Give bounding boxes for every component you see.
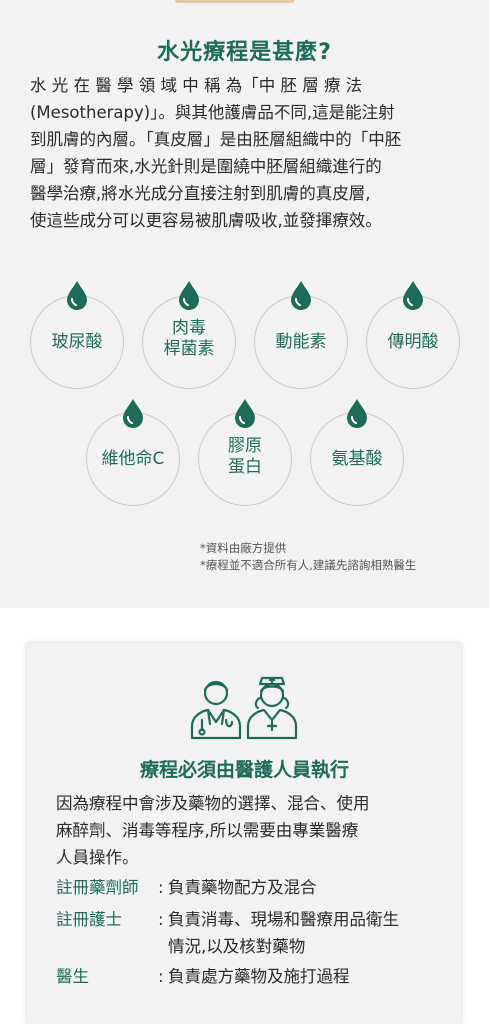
role-desc-line: 負責處方藥物及施打過程 xyxy=(168,967,350,986)
ingredient-label-line: 傳明酸 xyxy=(387,332,439,352)
water-drop-icon xyxy=(347,399,367,428)
intro-line: (Mesotherapy)」。與其他護膚品不同,這是能注射 xyxy=(30,103,395,122)
ingredient-label-line: 氨基酸 xyxy=(331,449,383,469)
ingredient-label: 氨基酸 xyxy=(302,449,412,470)
footnote: *療程並不適合所有人,建議先諮詢相熟醫生 xyxy=(200,558,417,572)
section-title: 水光療程是甚麼? xyxy=(157,40,332,65)
card-desc-line: 人員操作。 xyxy=(56,848,139,867)
water-drop-icon xyxy=(179,281,199,310)
ingredient-label-line: 動能素 xyxy=(275,332,327,352)
water-drop-icon xyxy=(291,281,311,310)
ingredient-label-line: 玻尿酸 xyxy=(51,332,103,352)
water-drop-icon xyxy=(235,399,255,428)
role-pharmacist-name: 註冊藥劑師 xyxy=(56,878,139,897)
role-colon: : xyxy=(158,878,164,897)
intro-line: 使這些成分可以更容易被肌膚吸收,並發揮療效。 xyxy=(30,211,382,230)
role-doctor-name: 醫生 xyxy=(56,967,89,986)
role-desc-line: 負責消毒、現場和醫療用品衛生 xyxy=(168,910,399,929)
footnote: *資料由廠方提供 xyxy=(200,541,287,555)
role-pharmacist-desc: 負責藥物配方及混合 xyxy=(168,874,458,901)
card-title: 療程必須由醫護人員執行 xyxy=(139,759,349,781)
role-colon: : xyxy=(158,910,164,929)
ingredient-label: 玻尿酸 xyxy=(22,332,132,353)
intro-line: 層」發育而來,水光針則是圍繞中胚層組織進行的 xyxy=(30,157,382,176)
intro-line: 水 光 在 醫 學 領 域 中 稱 為「中 胚 層 療 法 xyxy=(30,76,363,95)
role-nurse-name: 註冊護士 xyxy=(56,910,122,929)
role-desc-line: 情況,以及核對藥物 xyxy=(168,937,306,956)
ingredient-label-line: 維他命C xyxy=(101,449,165,469)
ingredient-label-line: 膠原 xyxy=(228,436,262,456)
water-drop-icon xyxy=(67,281,87,310)
ingredient-label: 維他命C xyxy=(78,449,188,470)
ingredient-label-line: 肉毒 xyxy=(172,318,206,338)
intro-line: 到肌膚的內層。「真皮層」是由胚層組織中的「中胚 xyxy=(30,130,402,149)
role-colon: : xyxy=(158,967,164,986)
ingredient-label: 肉毒 桿菌素 xyxy=(134,318,244,360)
ingredient-label-line: 蛋白 xyxy=(228,457,262,477)
intro-line: 醫學治療,將水光成分直接注射到肌膚的真皮層, xyxy=(30,184,371,203)
ingredient-label: 傳明酸 xyxy=(358,332,468,353)
water-drop-icon xyxy=(123,399,143,428)
ingredient-label: 動能素 xyxy=(246,332,356,353)
role-doctor-desc: 負責處方藥物及施打過程 xyxy=(168,963,458,990)
top-accent-strip xyxy=(175,0,295,3)
intro-paragraph: 水 光 在 醫 學 領 域 中 稱 為「中 胚 層 療 法 (Mesothera… xyxy=(30,72,460,234)
card-desc-line: 因為療程中會涉及藥物的選擇、混合、使用 xyxy=(56,794,370,813)
doctor-and-nurse-icon xyxy=(190,676,298,740)
ingredient-label-line: 桿菌素 xyxy=(163,339,215,359)
ingredient-label: 膠原 蛋白 xyxy=(190,436,300,478)
role-nurse-desc: 負責消毒、現場和醫療用品衛生 情況,以及核對藥物 xyxy=(168,906,458,960)
card-description: 因為療程中會涉及藥物的選擇、混合、使用 麻醉劑、消毒等程序,所以需要由專業醫療 … xyxy=(56,790,446,871)
role-desc-line: 負責藥物配方及混合 xyxy=(168,878,317,897)
card-desc-line: 麻醉劑、消毒等程序,所以需要由專業醫療 xyxy=(56,821,359,840)
water-drop-icon xyxy=(403,281,423,310)
